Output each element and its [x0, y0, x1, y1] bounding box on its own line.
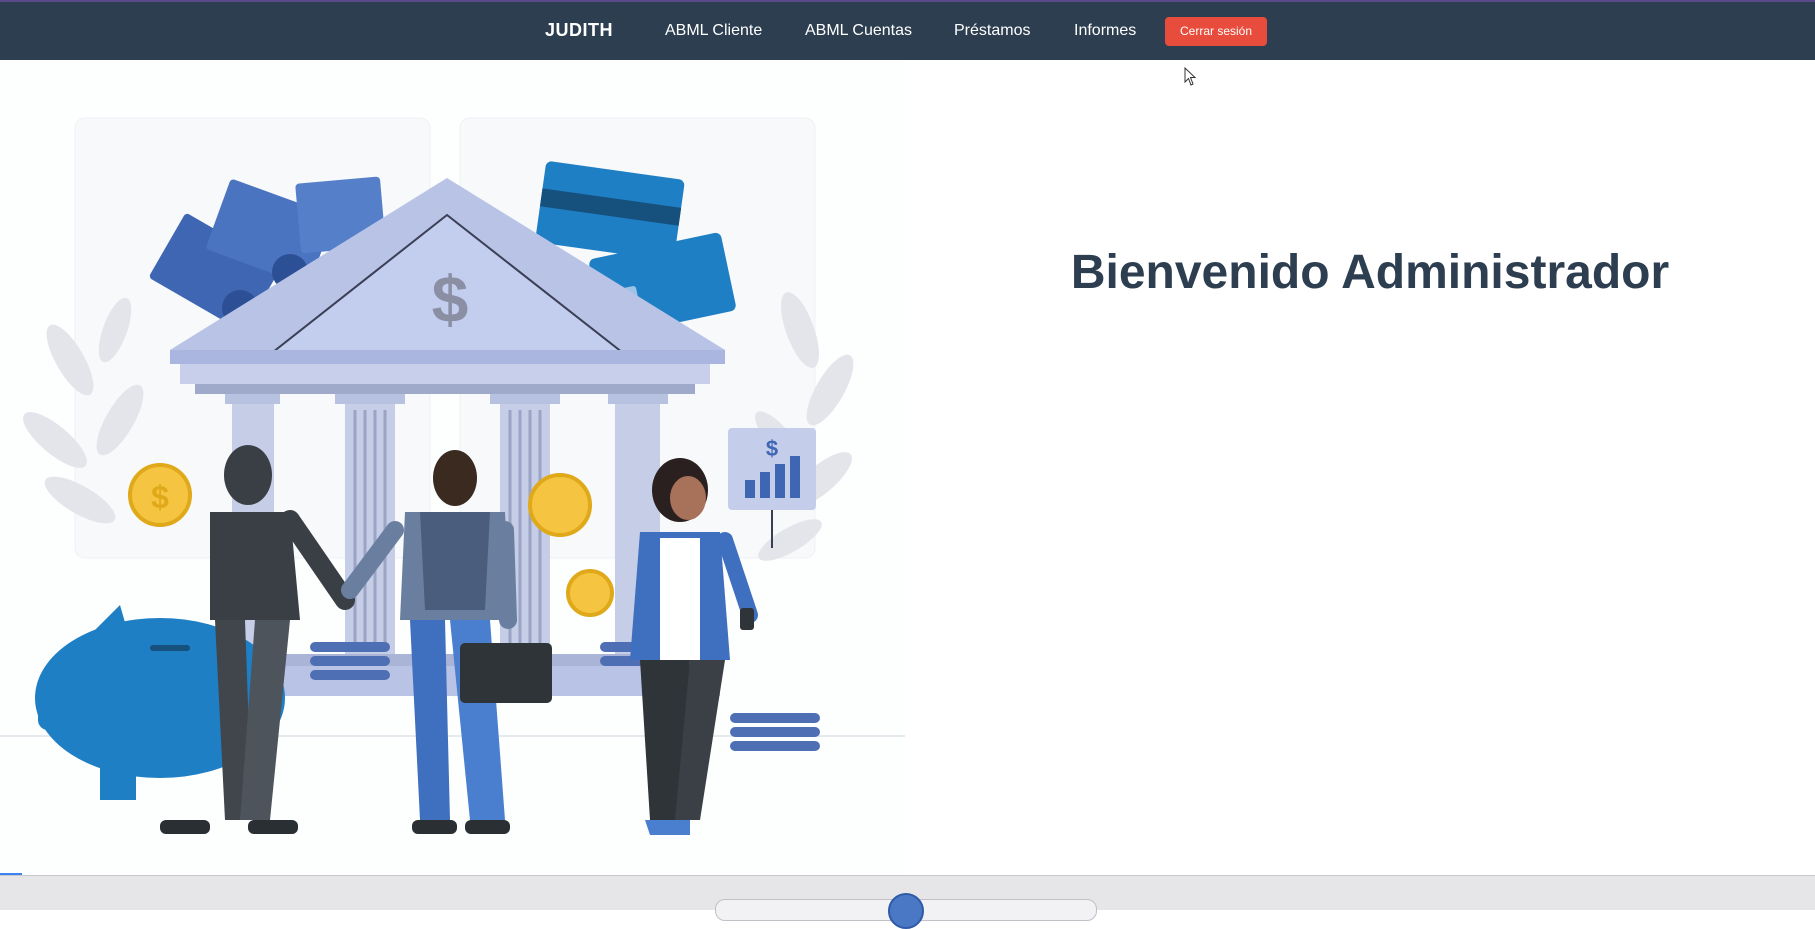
dollar-sign-icon: $: [432, 262, 469, 336]
pause-button[interactable]: [888, 893, 924, 929]
briefcase-icon: [460, 643, 552, 703]
hero-illustration: $ $ $: [0, 60, 905, 875]
bank-illustration: $ $ $: [0, 117, 905, 835]
top-navbar: JUDITH ABML Cliente ABML Cuentas Préstam…: [0, 0, 1815, 60]
nav-link-abml-cliente[interactable]: ABML Cliente: [665, 22, 762, 40]
brand-logo[interactable]: JUDITH: [545, 20, 613, 41]
svg-text:$: $: [151, 479, 169, 515]
nav-link-prestamos[interactable]: Préstamos: [954, 22, 1030, 40]
welcome-heading: Bienvenido Administrador: [1070, 246, 1670, 299]
nav-link-informes[interactable]: Informes: [1074, 22, 1136, 40]
logout-button[interactable]: Cerrar sesión: [1165, 17, 1267, 46]
svg-text:$: $: [766, 436, 778, 461]
mouse-cursor-icon: [1184, 67, 1197, 86]
nav-link-abml-cuentas[interactable]: ABML Cuentas: [805, 22, 912, 40]
phone-icon: [740, 608, 754, 630]
